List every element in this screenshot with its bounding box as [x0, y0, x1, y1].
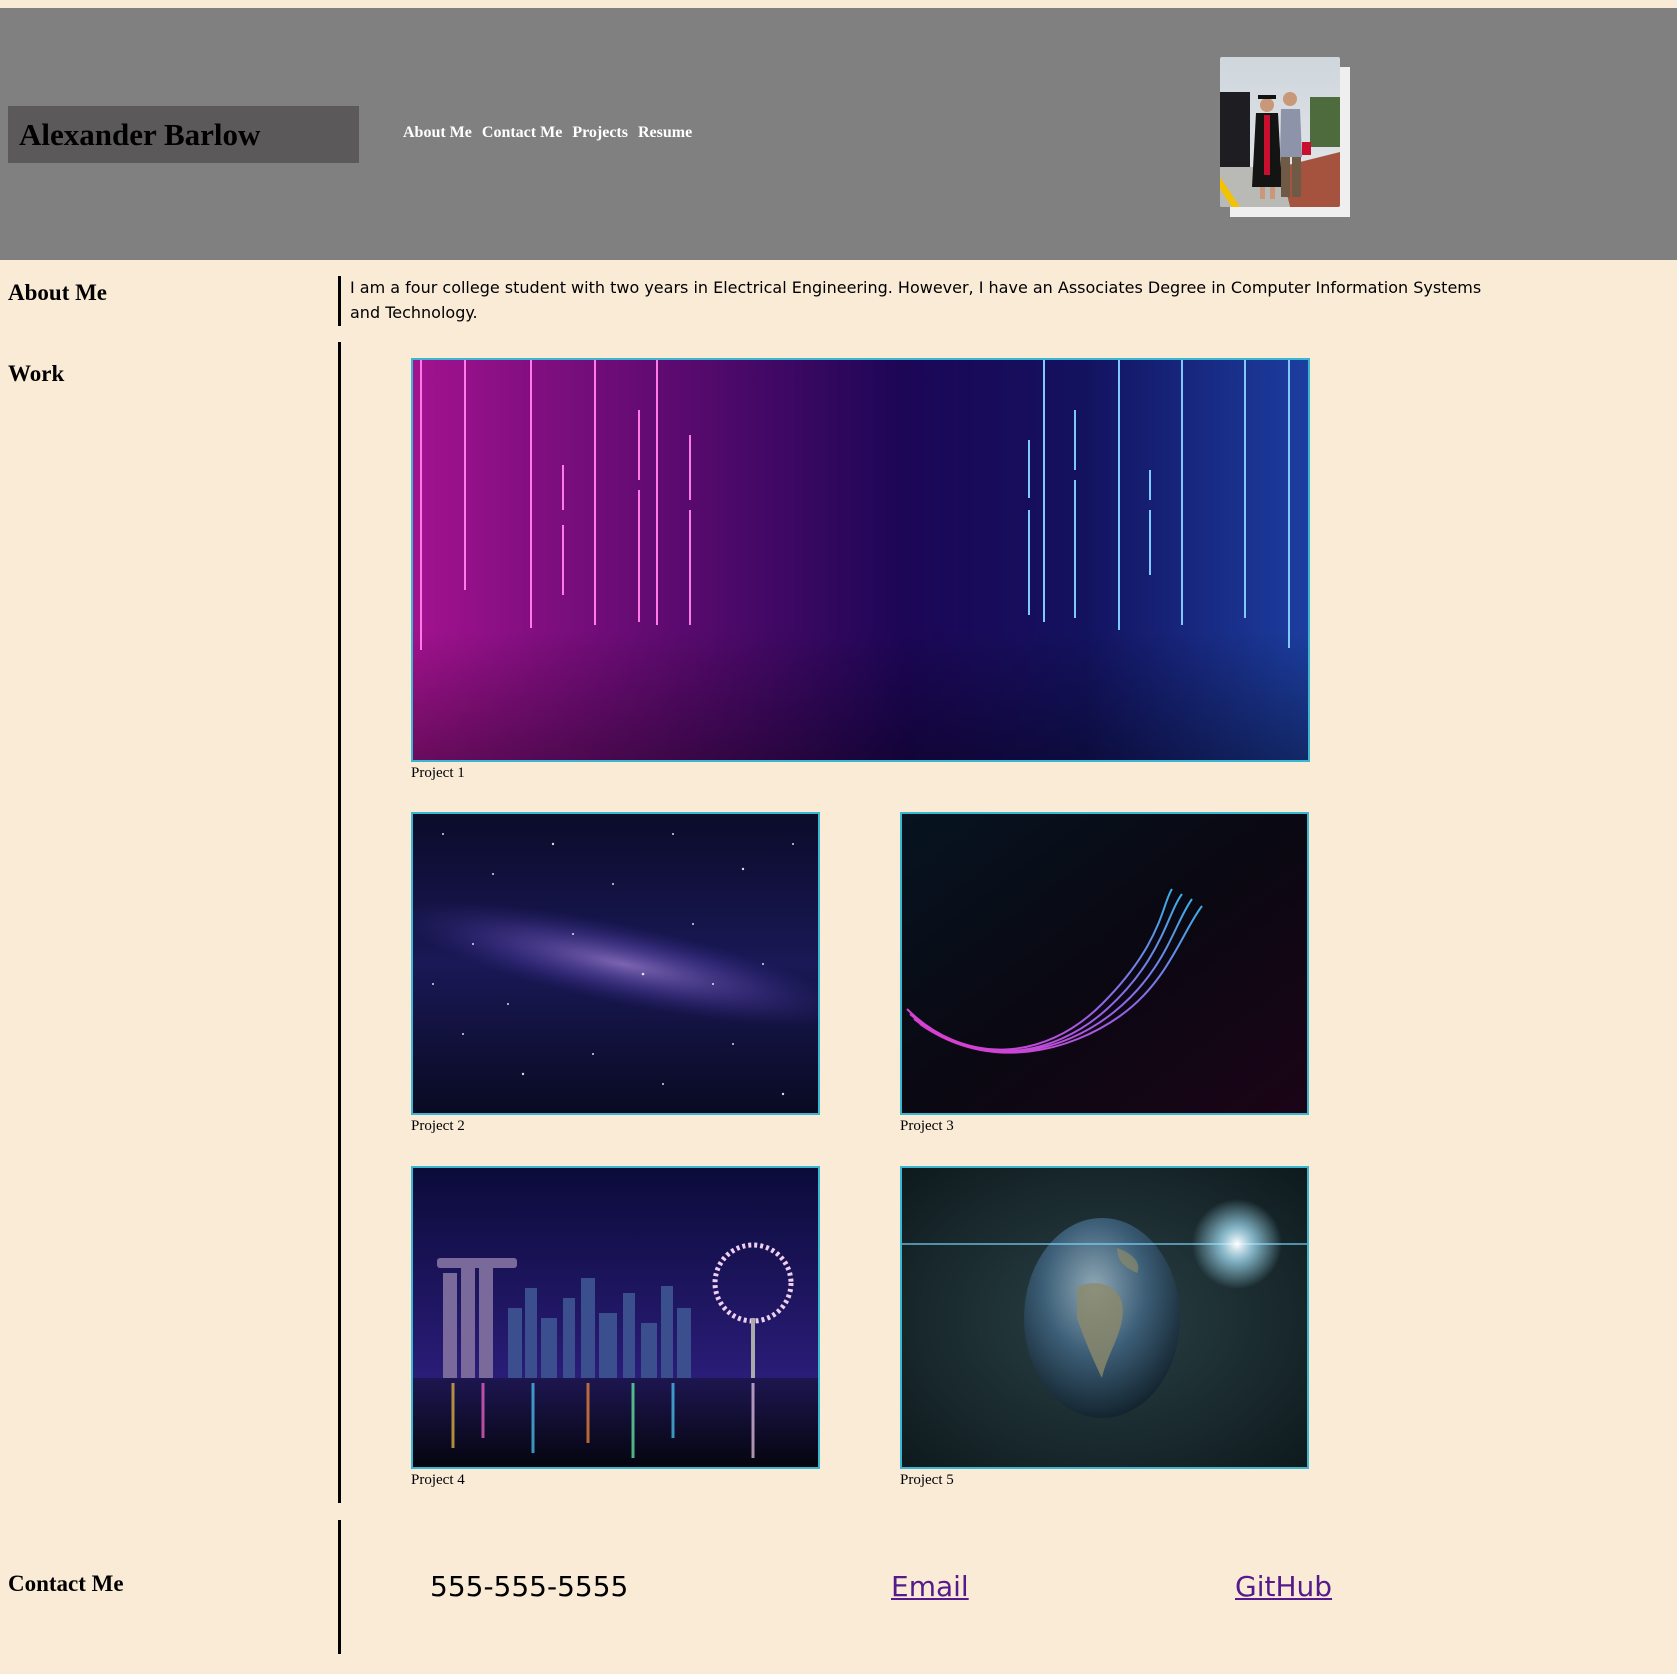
- work-heading: Work: [8, 361, 65, 386]
- about-me-text: I am a four college student with two yea…: [350, 278, 1482, 322]
- project-2-caption: Project 2: [411, 1118, 465, 1134]
- project-4-caption: Project 4: [411, 1472, 465, 1488]
- work-divider: [338, 342, 341, 1503]
- nav-contact-me[interactable]: Contact Me: [482, 124, 562, 142]
- project-5-caption: Project 5: [900, 1472, 954, 1488]
- nav-resume[interactable]: Resume: [638, 124, 692, 142]
- site-header: Alexander Barlow About Me Contact Me Pro…: [0, 8, 1677, 260]
- email-link[interactable]: Email: [891, 1570, 969, 1603]
- project-card-3[interactable]: Project 3: [900, 812, 1309, 1135]
- profile-photo: [1220, 57, 1340, 207]
- nav-about-me[interactable]: About Me: [403, 124, 472, 142]
- project-1-caption: Project 1: [411, 765, 465, 781]
- profile-photo-frame: [1220, 57, 1350, 217]
- city-skyline-image: [413, 1168, 818, 1467]
- project-4-image[interactable]: [411, 1166, 820, 1469]
- project-card-1[interactable]: Project 1: [411, 358, 1310, 782]
- milky-way-image: [413, 814, 818, 1113]
- about-me-heading: About Me: [8, 280, 108, 305]
- project-3-image[interactable]: [900, 812, 1309, 1115]
- project-5-image[interactable]: [900, 1166, 1309, 1469]
- neon-lights-image: [413, 360, 1308, 760]
- project-3-caption: Project 3: [900, 1118, 954, 1134]
- main-nav: About Me Contact Me Projects Resume: [403, 124, 692, 142]
- project-card-4[interactable]: Project 4: [411, 1166, 820, 1489]
- light-wave-image: [902, 814, 1307, 1113]
- graduation-photo-image: [1220, 57, 1340, 207]
- name-box: Alexander Barlow: [8, 106, 359, 163]
- project-card-2[interactable]: Project 2: [411, 812, 820, 1135]
- github-link[interactable]: GitHub: [1235, 1570, 1332, 1603]
- project-1-image[interactable]: [411, 358, 1310, 762]
- phone-number: 555-555-5555: [430, 1570, 629, 1603]
- nav-projects[interactable]: Projects: [572, 124, 628, 142]
- contact-me-heading: Contact Me: [8, 1571, 124, 1596]
- site-name: Alexander Barlow: [19, 117, 261, 152]
- earth-image: [902, 1168, 1307, 1467]
- project-card-5[interactable]: Project 5: [900, 1166, 1309, 1489]
- about-divider: [338, 276, 341, 326]
- contact-divider: [338, 1520, 341, 1654]
- project-2-image[interactable]: [411, 812, 820, 1115]
